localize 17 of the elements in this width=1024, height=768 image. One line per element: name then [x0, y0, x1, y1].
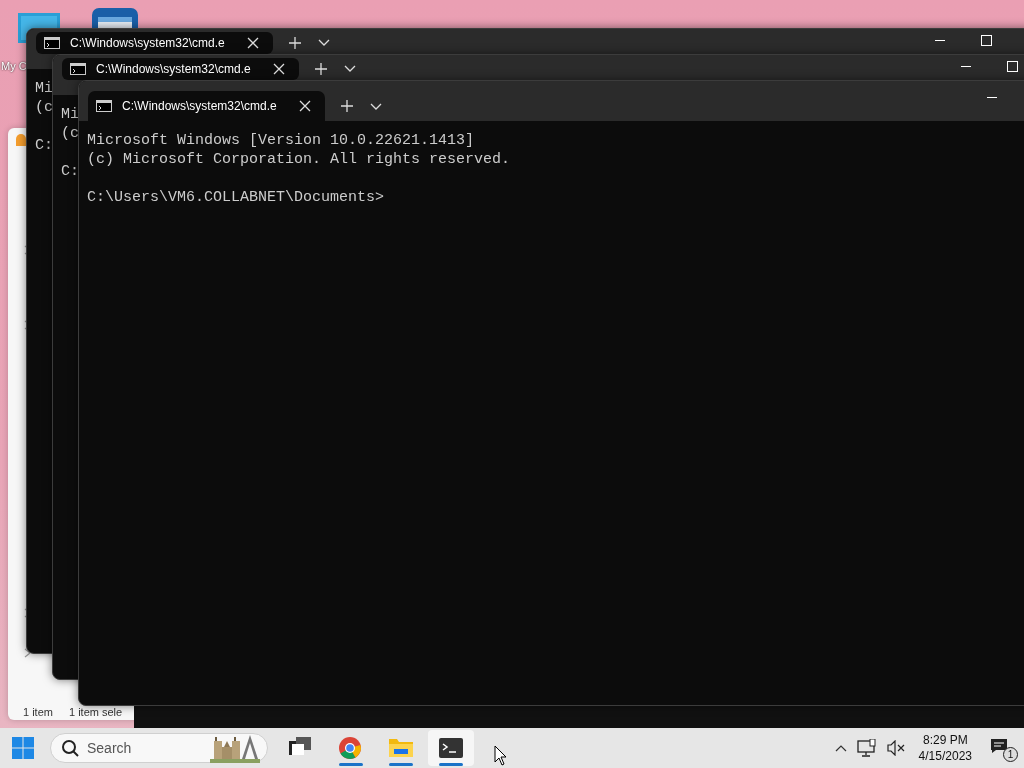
console-text: (c [61, 124, 79, 143]
console-text: (c) Microsoft Corporation. All rights reserved. [87, 150, 511, 169]
status-text: 1 item sele [68, 706, 123, 718]
notification-badge: 1 [1003, 747, 1018, 762]
console-text: (c [35, 98, 53, 117]
console-text: C: [61, 162, 79, 181]
status-text: 1 item [23, 706, 53, 718]
console-text: Mi [35, 79, 53, 98]
console-text: Mi [61, 105, 79, 124]
tab[interactable]: C:\Windows\system32\cmd.e [36, 32, 273, 54]
tab[interactable]: C:\Windows\system32\cmd.e [88, 91, 325, 121]
console-text: C:\Users\VM6.COLLABNET\Documents> [87, 188, 385, 207]
console-text: Microsoft Windows [Version 10.0.22621.1413] [87, 131, 475, 150]
console-text: C: [35, 136, 53, 155]
tab[interactable]: C:\Windows\system32\cmd.e [62, 58, 299, 80]
clock-time[interactable]: 8:29 PM [922, 732, 968, 748]
clock-date[interactable]: 4/15/2023 [918, 748, 972, 764]
